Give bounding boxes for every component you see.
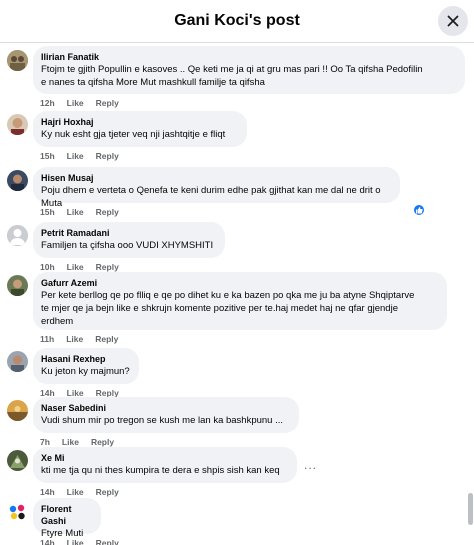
close-icon [447, 15, 459, 27]
comment-author[interactable]: Hisen Musaj [41, 172, 392, 184]
comment-author[interactable]: Xe Mi [41, 452, 289, 464]
comment-text: kti me tja qu ni thes kumpira te dera e … [41, 465, 280, 476]
comment-time[interactable]: 12h [40, 98, 55, 108]
avatar[interactable] [7, 170, 28, 191]
comment-bubble: Xe Mi kti me tja qu ni thes kumpira te d… [33, 447, 297, 483]
comment-actions: 14h Like Reply [40, 538, 119, 545]
more-options-button[interactable]: ... [304, 458, 317, 472]
comment-author[interactable]: Hajri Hoxhaj [41, 116, 239, 128]
comment-text: Ky nuk esht gja tjeter veq nji jashtqitj… [41, 129, 226, 140]
reply-button[interactable]: Reply [96, 98, 119, 108]
comment-text-line: erdhem [41, 316, 74, 327]
like-button[interactable]: Like [62, 437, 79, 447]
comment-time[interactable]: 15h [40, 151, 55, 161]
dialog-header: Gani Koci's post [0, 0, 474, 43]
reply-button[interactable]: Reply [91, 437, 114, 447]
comment-author[interactable]: Petrit Ramadani [41, 227, 217, 239]
comment-time[interactable]: 14h [40, 487, 55, 497]
like-button[interactable]: Like [67, 98, 84, 108]
avatar[interactable] [7, 225, 28, 246]
comment-author[interactable]: Florent Gashi [41, 503, 93, 527]
avatar[interactable] [7, 114, 28, 135]
avatar[interactable] [7, 400, 28, 421]
thumbs-up-icon [416, 207, 423, 214]
comment-time[interactable]: 7h [40, 437, 50, 447]
reply-button[interactable]: Reply [95, 334, 118, 344]
scrollbar-track[interactable] [467, 43, 473, 545]
comment-author[interactable]: Naser Sabedini [41, 402, 291, 414]
reply-button[interactable]: Reply [96, 151, 119, 161]
like-button[interactable]: Like [67, 151, 84, 161]
avatar[interactable] [7, 351, 28, 372]
comment-bubble: Hisen Musaj Poju dhem e verteta o Qenefa… [33, 167, 400, 209]
comment-actions: 15h Like Reply [40, 151, 119, 161]
comment-text: Vudi shum mir po tregon se kush me lan k… [41, 415, 284, 426]
reaction-badge[interactable] [413, 204, 425, 216]
comment-author[interactable]: Ilirian Fanatik [41, 51, 457, 63]
comment-text: Familjen ta çifsha ooo VUDI XHYMSHITI [41, 240, 214, 251]
reply-button[interactable]: Reply [96, 487, 119, 497]
comment-text-line: Ftojm te gjith Popullin e kasoves .. Qe … [41, 64, 423, 75]
avatar[interactable] [7, 450, 28, 471]
comment-bubble: Florent Gashi Ftyre Muti [33, 498, 101, 539]
like-button[interactable]: Like [67, 207, 84, 217]
like-button[interactable]: Like [67, 262, 84, 272]
comment-actions: 7h Like Reply [40, 437, 114, 447]
comment-text-line: te mjer qe ja bejn like e shkrujn koment… [41, 303, 398, 314]
comment-time[interactable]: 10h [40, 262, 55, 272]
comment-list[interactable]: Ilirian Fanatik Ftojm te gjith Popullin … [0, 43, 474, 545]
comment-actions: 15h Like Reply [40, 207, 119, 217]
avatar[interactable] [7, 501, 28, 522]
avatar[interactable] [7, 275, 28, 296]
comment-author[interactable]: Gafurr Azemi [41, 277, 439, 289]
comment-text-line: e nanes ta qifsha More Mut mashkull fami… [41, 77, 265, 88]
comment-actions: 12h Like Reply [40, 98, 119, 108]
comment-bubble: Gafurr Azemi Per kete berllog qe po flli… [33, 272, 447, 330]
reply-button[interactable]: Reply [96, 262, 119, 272]
like-button[interactable]: Like [67, 487, 84, 497]
comment-time[interactable]: 14h [40, 538, 55, 545]
comment-actions: 11h Like Reply [40, 334, 118, 344]
comment-text-line: Per kete berllog qe po flliq e qe po dih… [41, 290, 415, 301]
comment-bubble: Ilirian Fanatik Ftojm te gjith Popullin … [33, 46, 465, 94]
comment-actions: 14h Like Reply [40, 487, 119, 497]
comment-bubble: Petrit Ramadani Familjen ta çifsha ooo V… [33, 222, 225, 258]
comment-bubble: Hajri Hoxhaj Ky nuk esht gja tjeter veq … [33, 111, 247, 147]
comment-time[interactable]: 15h [40, 207, 55, 217]
reply-button[interactable]: Reply [96, 207, 119, 217]
reply-button[interactable]: Reply [96, 538, 119, 545]
comment-bubble: Hasani Rexhep Ku jeton ky majmun? [33, 348, 139, 384]
dialog-title: Gani Koci's post [174, 12, 300, 29]
comment-text: Ku jeton ky majmun? [41, 366, 130, 377]
close-button[interactable] [438, 6, 468, 36]
comment-bubble: Naser Sabedini Vudi shum mir po tregon s… [33, 397, 299, 433]
comment-actions: 10h Like Reply [40, 262, 119, 272]
comment-author[interactable]: Hasani Rexhep [41, 353, 131, 365]
like-button[interactable]: Like [67, 538, 84, 545]
avatar[interactable] [7, 50, 28, 71]
default-avatar-icon [7, 225, 28, 246]
comment-time[interactable]: 11h [40, 334, 54, 344]
like-button[interactable]: Like [66, 334, 83, 344]
scrollbar-thumb[interactable] [468, 493, 473, 525]
